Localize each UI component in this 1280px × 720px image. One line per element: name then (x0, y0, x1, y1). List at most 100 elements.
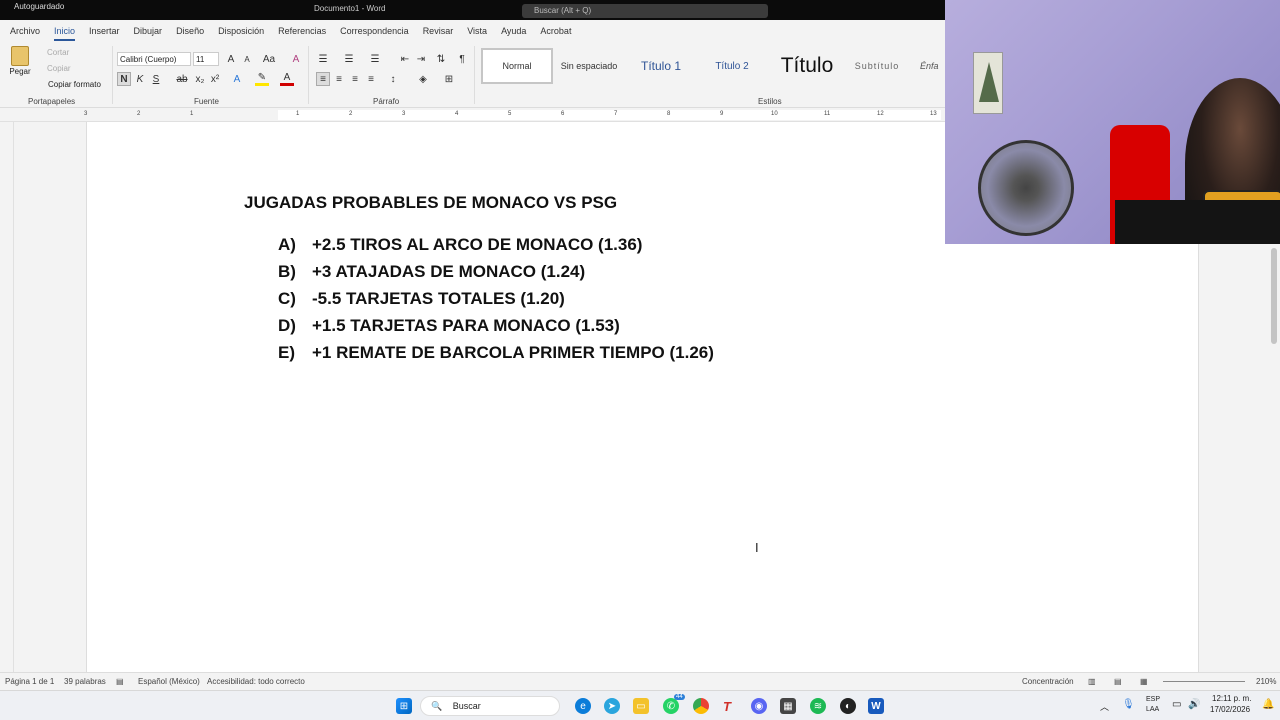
italic-button[interactable]: K (133, 72, 147, 86)
tab-acrobat[interactable]: Acrobat (540, 26, 571, 36)
multilevel-icon[interactable]: ☰ (368, 52, 382, 66)
list-text: +3 ATAJADAS DE MONACO (1.24) (312, 262, 586, 281)
superscript-icon[interactable]: x² (208, 72, 222, 86)
shrink-font-icon[interactable]: A (240, 52, 254, 66)
style-subtitle[interactable]: Subtítulo (850, 48, 904, 84)
zoom-level[interactable]: 210% (1256, 677, 1276, 686)
microphone-icon[interactable]: 🎙 (1122, 699, 1135, 710)
subscript-icon[interactable]: x₂ (193, 72, 207, 86)
page-count[interactable]: Página 1 de 1 (5, 677, 54, 686)
discord-icon[interactable]: ◉ (751, 698, 767, 714)
search-box[interactable]: Buscar (Alt + Q) (522, 4, 768, 18)
spotify-icon[interactable]: ≋ (810, 698, 826, 714)
title-bar: Autoguardado Documento1 - Word Buscar (A… (0, 0, 945, 20)
justify-icon[interactable]: ≡ (364, 72, 378, 86)
copy-button[interactable]: Copiar (47, 64, 71, 73)
taskbar-search[interactable]: 🔍 Buscar (420, 696, 560, 716)
volume-icon[interactable]: 🔊 (1188, 699, 1200, 710)
cut-button[interactable]: Cortar (47, 48, 69, 57)
paste-button[interactable]: Pegar (8, 46, 32, 90)
ruler-number: 9 (720, 111, 724, 117)
ruler-number: 10 (771, 111, 778, 117)
style-normal[interactable]: Normal (481, 48, 553, 84)
style-heading-2[interactable]: Título 2 (704, 48, 760, 84)
autosave-label[interactable]: Autoguardado (14, 2, 64, 11)
tab-vista[interactable]: Vista (467, 26, 487, 36)
notification-icon[interactable]: 🔔 (1262, 699, 1274, 710)
decrease-indent-icon[interactable]: ⇤ (398, 52, 412, 66)
fan-image (978, 140, 1074, 236)
zoom-slider[interactable] (1163, 681, 1245, 682)
list-item: B) +3 ATAJADAS DE MONACO (1.24) (278, 262, 585, 282)
clear-format-icon[interactable]: A (289, 52, 303, 66)
font-name-select[interactable]: Calibri (Cuerpo) (117, 52, 191, 66)
read-mode-icon[interactable]: ▥ (1088, 677, 1096, 686)
word-count[interactable]: 39 palabras (64, 677, 106, 686)
tab-insertar[interactable]: Insertar (89, 26, 120, 36)
font-size-value: 11 (196, 55, 205, 64)
calculator-icon[interactable]: ▦ (780, 698, 796, 714)
app-icon[interactable]: ◐ (840, 698, 856, 714)
change-case-icon[interactable]: Aa (262, 52, 276, 66)
bullets-icon[interactable]: ☰ (316, 52, 330, 66)
tab-referencias[interactable]: Referencias (278, 26, 326, 36)
font-size-select[interactable]: 11 (193, 52, 219, 66)
taskbar-search-label: Buscar (452, 701, 481, 711)
show-marks-icon[interactable]: ¶ (455, 52, 469, 66)
increase-indent-icon[interactable]: ⇥ (414, 52, 428, 66)
style-heading-1[interactable]: Título 1 (630, 48, 692, 84)
tab-revisar[interactable]: Revisar (423, 26, 454, 36)
tab-dibujar[interactable]: Dibujar (134, 26, 163, 36)
underline-button[interactable]: S (149, 72, 163, 86)
font-color-icon[interactable]: A (280, 72, 294, 86)
typora-icon[interactable]: T (719, 698, 735, 714)
highlight-icon[interactable]: ✎ (255, 72, 269, 86)
tab-correspondencia[interactable]: Correspondencia (340, 26, 409, 36)
borders-icon[interactable]: ⊞ (442, 72, 456, 86)
style-emphasis[interactable]: Énfa (920, 48, 944, 84)
clock-time[interactable]: 12:11 p. m. (1212, 694, 1251, 703)
windows-start-icon[interactable]: ⊞ (396, 698, 412, 714)
file-explorer-icon[interactable]: ▭ (633, 698, 649, 714)
text-effects-icon[interactable]: A (230, 72, 244, 86)
numbering-icon[interactable]: ☰ (342, 52, 356, 66)
proofing-icon[interactable]: ▤ (116, 677, 124, 686)
whatsapp-icon[interactable]: ✆ (663, 698, 679, 714)
align-center-icon[interactable]: ≡ (332, 72, 346, 86)
telegram-icon[interactable]: ➤ (604, 698, 620, 714)
bold-button[interactable]: N (117, 72, 131, 86)
sort-icon[interactable]: ⇅ (434, 52, 448, 66)
style-title[interactable]: Título (772, 48, 842, 84)
tab-disposicion[interactable]: Disposición (218, 26, 264, 36)
language-layout[interactable]: LAA (1146, 706, 1159, 713)
ruler-text-area (278, 110, 941, 120)
edge-icon[interactable]: e (575, 698, 591, 714)
chrome-icon[interactable] (693, 698, 709, 714)
word-icon[interactable]: W (868, 698, 884, 714)
align-right-icon[interactable]: ≡ (348, 72, 362, 86)
vertical-scrollbar[interactable] (1268, 244, 1280, 672)
scrollbar-thumb[interactable] (1271, 248, 1277, 344)
style-normal-label: Normal (502, 61, 532, 71)
accessibility-status[interactable]: Accesibilidad: todo correcto (207, 677, 305, 686)
shading-icon[interactable]: ◈ (416, 72, 430, 86)
tab-archivo[interactable]: Archivo (10, 26, 40, 36)
focus-button[interactable]: Concentración (1022, 677, 1074, 686)
web-layout-icon[interactable]: ▦ (1140, 677, 1148, 686)
language-indicator[interactable]: Español (México) (138, 677, 200, 686)
style-no-spacing[interactable]: Sin espaciado (556, 48, 622, 84)
format-painter-button[interactable]: Copiar formato (48, 80, 101, 89)
language-code[interactable]: ESP (1146, 696, 1160, 703)
tab-diseno[interactable]: Diseño (176, 26, 204, 36)
tab-inicio[interactable]: Inicio (54, 26, 76, 41)
tab-ayuda[interactable]: Ayuda (501, 26, 526, 36)
network-icon[interactable]: ▭ (1172, 699, 1181, 710)
print-layout-icon[interactable]: ▤ (1114, 677, 1122, 686)
strikethrough-icon[interactable]: ab (175, 72, 189, 86)
clock-date[interactable]: 17/02/2026 (1210, 705, 1250, 714)
tray-chevron-icon[interactable]: ︿ (1100, 700, 1109, 713)
line-spacing-icon[interactable]: ↕ (386, 72, 400, 86)
grow-font-icon[interactable]: A (224, 52, 238, 66)
align-left-icon[interactable]: ≡ (316, 72, 330, 86)
vertical-ruler[interactable] (0, 122, 14, 672)
